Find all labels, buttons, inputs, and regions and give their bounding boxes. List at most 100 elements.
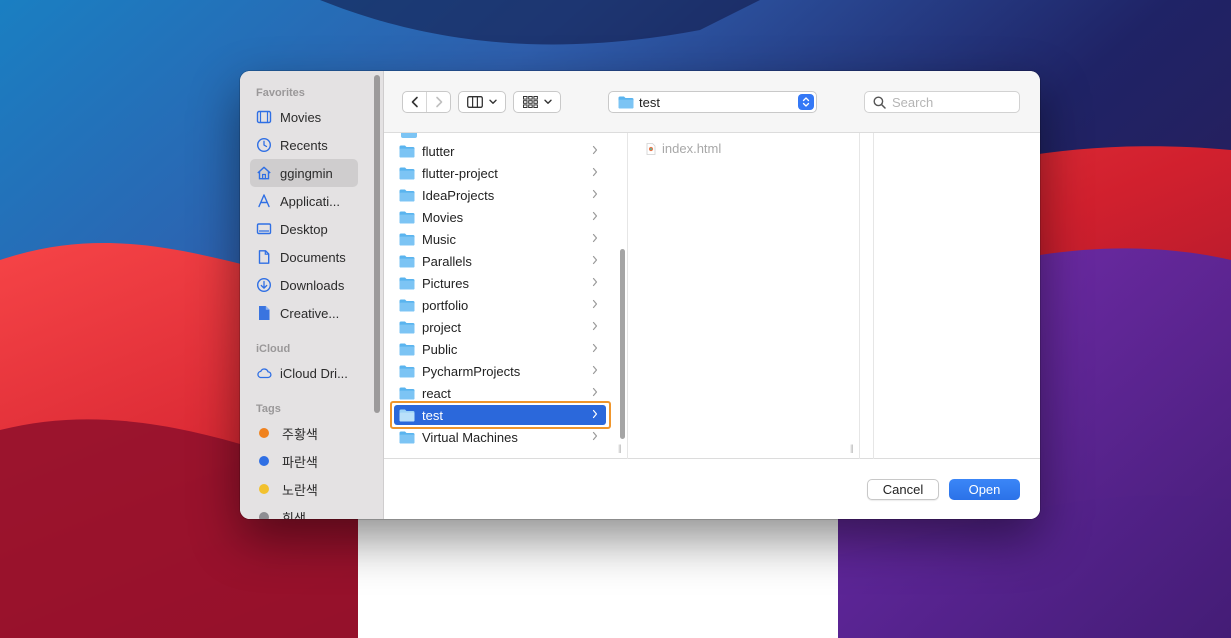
sidebar-item-label: 회색 (282, 510, 306, 520)
sidebar-section-tags: Tags (256, 403, 281, 415)
folder-row[interactable]: IdeaProjects (394, 185, 606, 205)
sidebar-item-label: Movies (280, 109, 322, 125)
column-resize-handle[interactable]: || (850, 443, 854, 453)
folder-row[interactable]: project (394, 317, 606, 337)
open-button[interactable]: Open (949, 479, 1020, 500)
column-empty (860, 133, 874, 459)
file-icon (256, 305, 272, 321)
folder-icon (401, 133, 417, 138)
column-scrollbar[interactable] (620, 249, 625, 439)
sidebar-item-desktop[interactable]: Desktop (250, 215, 358, 243)
folder-name: Parallels (422, 253, 472, 269)
chevron-right-icon (592, 387, 598, 397)
column-resize-handle[interactable]: || (618, 443, 622, 453)
folder-row[interactable]: Parallels (394, 251, 606, 271)
folder-name: test (422, 407, 443, 423)
search-icon (873, 96, 886, 109)
sidebar-tag-yellow[interactable]: 노란색 (250, 475, 358, 503)
sidebar-item-label: Downloads (280, 277, 345, 293)
sidebar-tag-gray[interactable]: 회색 (250, 503, 358, 519)
folder-row[interactable]: react (394, 383, 606, 403)
forward-button[interactable] (426, 92, 450, 112)
sidebar-item-label: 노란색 (282, 482, 318, 498)
folder-row[interactable]: Pictures (394, 273, 606, 293)
sidebar-item-ggingmin[interactable]: ggingmin (250, 159, 358, 187)
file-name: index.html (662, 141, 722, 156)
sidebar-item-icloud-drive[interactable]: iCloud Dri... (250, 359, 358, 387)
document-icon (256, 249, 272, 265)
folder-row[interactable]: portfolio (394, 295, 606, 315)
folder-icon (399, 145, 415, 157)
chevron-left-icon (411, 96, 418, 108)
folder-row[interactable]: Virtual Machines (394, 427, 606, 447)
chevron-right-icon (592, 409, 598, 419)
group-button[interactable] (513, 91, 561, 113)
location-popup[interactable]: test (608, 91, 817, 113)
sidebar-item-label: ggingmin (280, 165, 333, 181)
sidebar-item-label: Desktop (280, 221, 328, 237)
sidebar-item-label: Creative... (280, 305, 340, 321)
view-mode-button[interactable] (458, 91, 506, 113)
sidebar-section-favorites: Favorites (256, 87, 305, 99)
sidebar-item-documents[interactable]: Documents (250, 243, 358, 271)
sidebar-tag-blue[interactable]: 파란색 (250, 447, 358, 475)
sidebar-item-label: Recents (280, 137, 328, 153)
chevron-right-icon (592, 343, 598, 353)
chevron-right-icon (592, 255, 598, 265)
folder-name: Pictures (422, 275, 469, 291)
sidebar-item-recents[interactable]: Recents (250, 131, 358, 159)
search-input[interactable] (892, 94, 1012, 110)
column-home: flutter flutter-project IdeaProjects Movies… (384, 133, 628, 459)
folder-icon (399, 211, 415, 223)
chevron-right-icon (592, 145, 598, 155)
sidebar-item-label: 파란색 (282, 454, 318, 470)
folder-name: portfolio (422, 297, 469, 313)
folder-icon (399, 409, 415, 421)
sidebar-item-creative[interactable]: Creative... (250, 299, 358, 327)
folder-row[interactable]: Movies (394, 207, 606, 227)
folder-icon (399, 189, 415, 201)
folder-row[interactable]: Music (394, 229, 606, 249)
folder-icon (399, 321, 415, 333)
columns-view-icon (467, 96, 483, 108)
clock-icon (256, 137, 272, 153)
desktop-icon (256, 221, 272, 237)
search-field[interactable] (864, 91, 1020, 113)
cancel-button[interactable]: Cancel (867, 479, 939, 500)
updown-chevron-icon (798, 94, 814, 110)
folder-icon (618, 96, 634, 108)
folder-icon (399, 167, 415, 179)
folder-row[interactable]: Public (394, 339, 606, 359)
folder-icon (399, 255, 415, 267)
home-icon (256, 165, 272, 181)
folder-row[interactable]: flutter (394, 141, 606, 161)
applications-icon (256, 193, 272, 209)
back-button[interactable] (403, 92, 426, 112)
navigation-buttons (402, 91, 451, 113)
tag-dot-icon (259, 512, 269, 519)
folder-row[interactable]: test (394, 405, 606, 425)
folder-icon (399, 387, 415, 399)
chevron-down-icon (489, 99, 497, 104)
folder-row[interactable]: flutter-project (394, 163, 606, 183)
folder-icon (399, 233, 415, 245)
sidebar-item-applications[interactable]: Applicati... (250, 187, 358, 215)
cloud-icon (256, 365, 272, 381)
folder-name: react (422, 385, 451, 401)
folder-icon (399, 277, 415, 289)
folder-name: flutter (422, 143, 455, 159)
folder-row[interactable]: PycharmProjects (394, 361, 606, 381)
file-row-index-html[interactable]: index.html (646, 141, 721, 156)
column-browser: flutter flutter-project IdeaProjects Movies… (384, 133, 1040, 459)
sidebar-item-downloads[interactable]: Downloads (250, 271, 358, 299)
folder-name: Virtual Machines (422, 429, 518, 445)
sidebar-scrollbar[interactable] (374, 75, 380, 413)
chevron-right-icon (592, 167, 598, 177)
folder-icon (399, 343, 415, 355)
sidebar-item-movies[interactable]: Movies (250, 103, 358, 131)
chevron-right-icon (592, 211, 598, 221)
sidebar-item-label: Applicati... (280, 193, 340, 209)
chevron-right-icon (592, 233, 598, 243)
sidebar-section-icloud: iCloud (256, 343, 291, 355)
sidebar-tag-orange[interactable]: 주황색 (250, 419, 358, 447)
